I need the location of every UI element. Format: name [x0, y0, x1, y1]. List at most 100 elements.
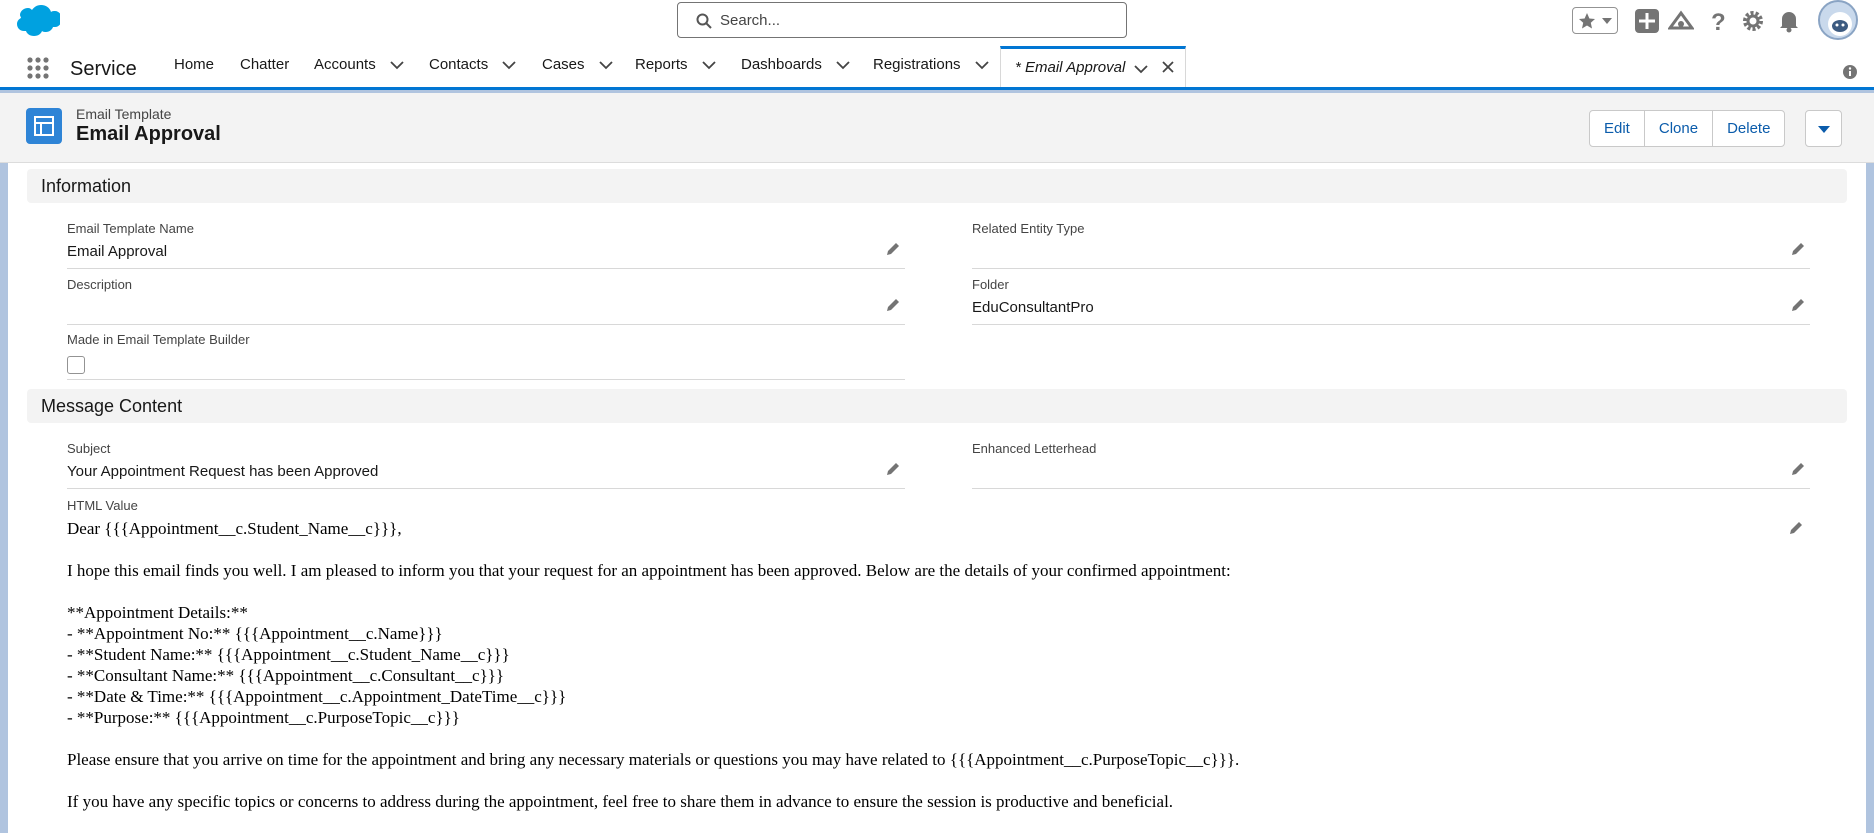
nav-item-label: Reports: [635, 56, 688, 73]
add-icon[interactable]: [1634, 8, 1660, 34]
field-description: Description: [67, 277, 905, 325]
field-made-in-builder: Made in Email Template Builder: [67, 332, 905, 380]
field-folder: Folder EduConsultantPro: [972, 277, 1810, 325]
field-label: Made in Email Template Builder: [67, 332, 250, 347]
details-heading: **Appointment Details:**: [67, 603, 248, 622]
html-value-content: Dear {{{Appointment__c.Student_Name__c}}…: [67, 518, 1787, 833]
builder-checkbox[interactable]: [67, 356, 85, 374]
email-reminder: Please ensure that you arrive on time fo…: [67, 750, 1240, 769]
pencil-icon[interactable]: [1790, 241, 1806, 257]
field-label: Subject: [67, 441, 111, 456]
nav-item-label: Contacts: [429, 56, 489, 73]
favorites-button[interactable]: [1572, 7, 1618, 34]
app-launcher-icon[interactable]: [26, 56, 50, 80]
field-label: Enhanced Letterhead: [972, 441, 1097, 456]
search-input[interactable]: Search...: [677, 2, 1127, 38]
section-information[interactable]: Information: [27, 169, 1847, 203]
star-icon: [1579, 13, 1595, 29]
field-subject: Subject Your Appointment Request has bee…: [67, 441, 905, 489]
search-placeholder: Search...: [720, 12, 781, 29]
chevron-down-icon[interactable]: [1134, 64, 1148, 74]
pencil-icon[interactable]: [1790, 297, 1806, 313]
field-enhanced-letterhead: Enhanced Letterhead: [972, 441, 1810, 489]
detail-line: - **Consultant Name:** {{{Appointment__c…: [67, 666, 505, 685]
salesforce-logo[interactable]: [12, 4, 60, 38]
nav-item-contacts[interactable]: Contacts: [429, 42, 516, 87]
field-related-entity-type: Related Entity Type: [972, 221, 1810, 269]
email-details: **Appointment Details:** - **Appointment…: [67, 602, 1787, 728]
avatar[interactable]: [1818, 0, 1858, 40]
edit-button[interactable]: Edit: [1590, 111, 1645, 146]
astro-avatar-icon: [1828, 12, 1852, 36]
nav-item-label: Cases: [542, 56, 585, 73]
nav-item-reports[interactable]: Reports: [635, 42, 716, 87]
nav-item-label: Home: [174, 56, 215, 73]
field-value: EduConsultantPro: [972, 299, 1094, 316]
bell-icon[interactable]: [1776, 8, 1802, 34]
more-actions-button[interactable]: [1805, 110, 1842, 147]
record-header: Email Template Email Approval Edit Clone…: [0, 93, 1874, 163]
global-header: Search... ?: [0, 0, 1874, 42]
tab-label: * Email Approval: [1015, 59, 1126, 76]
search-icon: [696, 13, 712, 29]
chevron-down-icon[interactable]: [836, 60, 850, 70]
pencil-icon[interactable]: [885, 241, 901, 257]
record-title: Email Approval: [76, 123, 221, 145]
backdrop-edge-left: [0, 163, 8, 833]
trailhead-icon[interactable]: [1668, 8, 1694, 34]
chevron-down-icon[interactable]: [390, 60, 404, 70]
tab-email-approval[interactable]: * Email Approval: [1000, 46, 1186, 87]
chevron-down-icon[interactable]: [974, 60, 989, 70]
pencil-icon[interactable]: [885, 297, 901, 313]
field-label: Related Entity Type: [972, 221, 1085, 236]
pencil-icon[interactable]: [1790, 461, 1806, 477]
email-closing: If you have any specific topics or conce…: [67, 792, 1174, 811]
nav-item-label: Accounts: [314, 56, 376, 73]
field-label: Email Template Name: [67, 221, 194, 236]
email-greeting: Dear {{{Appointment__c.Student_Name__c}}…: [67, 519, 402, 538]
field-label-html-value: HTML Value: [67, 498, 138, 513]
clone-button[interactable]: Clone: [1645, 111, 1714, 146]
nav-item-dashboards[interactable]: Dashboards: [741, 42, 850, 87]
detail-line: - **Purpose:** {{{Appointment__c.Purpose…: [67, 708, 460, 727]
nav-item-home[interactable]: Home: [174, 42, 214, 87]
section-message-content[interactable]: Message Content: [27, 389, 1847, 423]
nav-item-accounts[interactable]: Accounts: [314, 42, 404, 87]
nav-item-registrations[interactable]: Registrations: [873, 42, 989, 87]
field-value: Your Appointment Request has been Approv…: [67, 463, 379, 480]
field-value: Email Approval: [67, 243, 168, 260]
chevron-down-icon[interactable]: [502, 60, 516, 70]
field-label: Description: [67, 277, 133, 292]
detail-line: - **Student Name:** {{{Appointment__c.St…: [67, 645, 510, 664]
object-type-label: Email Template: [76, 106, 172, 122]
pencil-icon[interactable]: [885, 461, 901, 477]
section-title: Information: [41, 176, 132, 196]
detail-line: - **Appointment No:** {{{Appointment__c.…: [67, 624, 443, 643]
backdrop-edge-right: [1866, 163, 1874, 833]
svg-text:?: ?: [1711, 9, 1726, 34]
navigation-bar: Service Home Chatter Accounts Contacts C…: [0, 42, 1874, 90]
help-icon[interactable]: ?: [1704, 8, 1730, 34]
chevron-down-icon[interactable]: [701, 60, 716, 70]
pencil-icon[interactable]: [1788, 520, 1804, 536]
action-button-group: Edit Clone Delete: [1589, 110, 1786, 147]
field-email-template-name: Email Template Name Email Approval: [67, 221, 905, 269]
section-title: Message Content: [41, 396, 183, 416]
detail-line: - **Date & Time:** {{{Appointment__c.App…: [67, 687, 567, 706]
close-icon[interactable]: [1161, 60, 1175, 74]
chevron-down-icon[interactable]: [1601, 16, 1613, 26]
nav-item-label: Dashboards: [741, 56, 822, 73]
nav-item-chatter[interactable]: Chatter: [240, 42, 289, 87]
nav-item-label: Chatter: [240, 56, 290, 73]
chevron-down-icon[interactable]: [598, 60, 613, 70]
gear-icon[interactable]: [1740, 8, 1766, 34]
info-icon[interactable]: [1842, 64, 1858, 80]
delete-button[interactable]: Delete: [1713, 111, 1784, 146]
nav-item-cases[interactable]: Cases: [542, 42, 613, 87]
nav-item-label: Registrations: [873, 56, 961, 73]
app-name: Service: [70, 58, 137, 80]
email-template-icon: [26, 108, 62, 144]
email-intro: I hope this email finds you well. I am p…: [67, 561, 1231, 580]
chevron-down-icon: [1818, 126, 1830, 133]
field-label: Folder: [972, 277, 1009, 292]
